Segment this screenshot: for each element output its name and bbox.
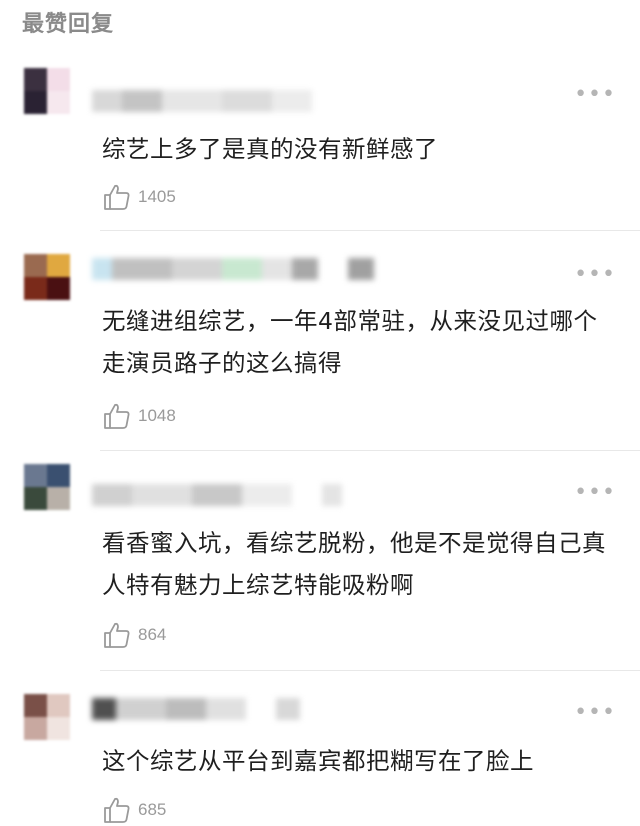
like-button[interactable]: 864 [102,620,166,650]
thumbs-up-icon [104,797,130,823]
like-count: 1048 [138,406,176,425]
username-blurred[interactable] [92,696,300,722]
like-button[interactable]: 1405 [102,182,176,212]
avatar[interactable] [24,254,70,300]
comment-text: 无缝进组综艺，一年4部常驻，从来没见过哪个走演员路子的这么搞得 [102,307,598,377]
username-blurred[interactable] [92,256,374,282]
avatar[interactable] [24,694,70,740]
section-title: 最赞回复 [22,12,115,37]
divider [100,230,640,231]
comment-text: 综艺上多了是真的没有新鲜感了 [102,135,438,163]
username-blurred[interactable] [92,482,342,508]
like-count: 864 [138,625,167,644]
comment-text: 这个综艺从平台到嘉宾都把糊写在了脸上 [102,747,534,775]
more-button[interactable]: ••• [574,84,616,106]
more-button[interactable]: ••• [574,264,616,286]
avatar[interactable] [24,464,70,510]
thumbs-up-icon [104,184,130,210]
avatar[interactable] [24,68,70,114]
thumbs-up-icon [104,622,130,648]
divider [100,450,640,451]
like-count: 1405 [138,187,176,206]
username-blurred[interactable] [92,88,312,114]
like-count: 685 [138,800,167,819]
more-button[interactable]: ••• [574,702,616,724]
like-button[interactable]: 1048 [102,401,176,431]
more-button[interactable]: ••• [574,482,616,504]
comment-text: 看香蜜入坑，看综艺脱粉，他是不是觉得自己真人特有魅力上综艺特能吸粉啊 [102,529,606,599]
like-button[interactable]: 685 [102,795,166,825]
divider [100,670,640,671]
thumbs-up-icon [104,403,130,429]
